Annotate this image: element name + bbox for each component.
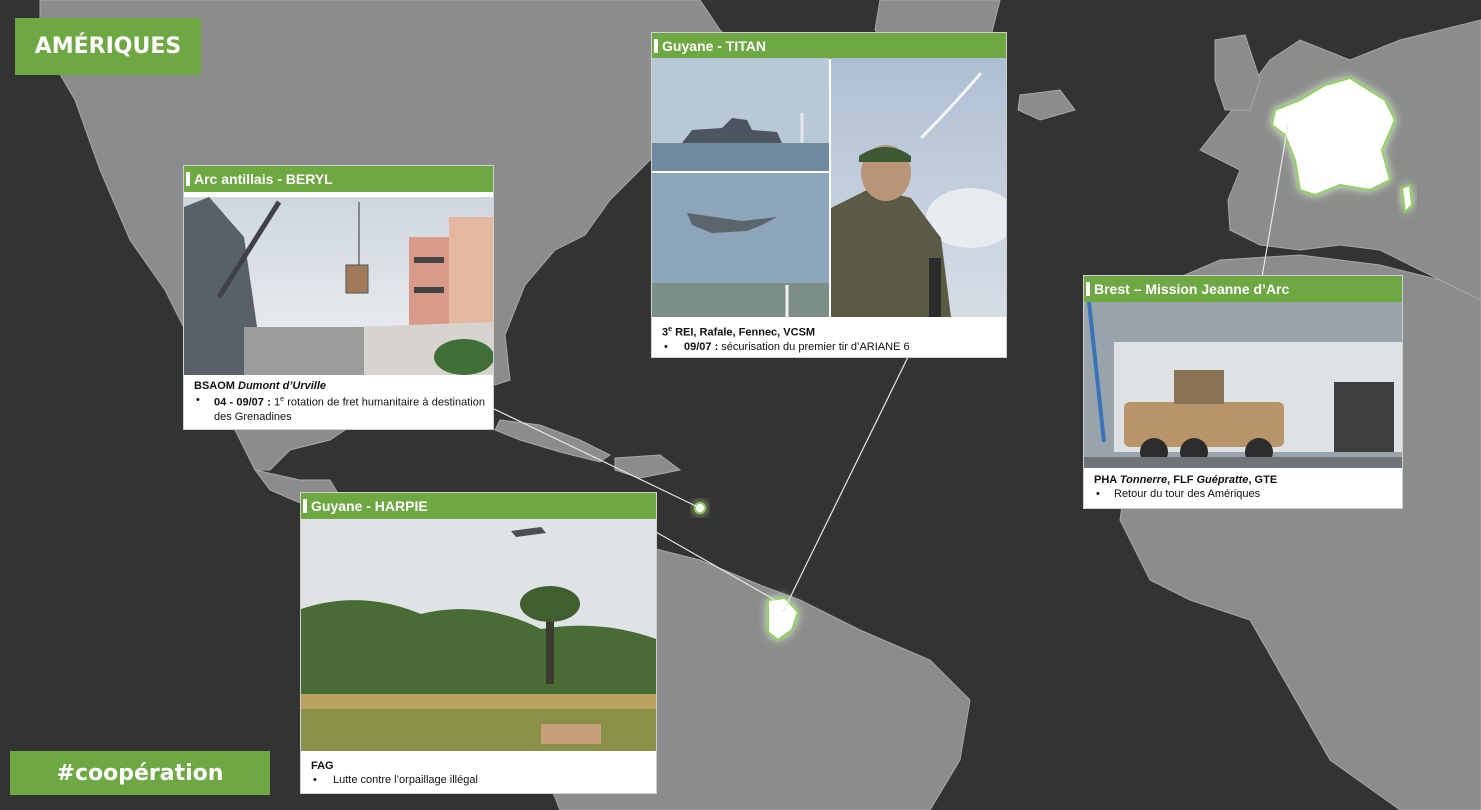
card-titan-caption: 3e REI, Rafale, Fennec, VCSM 09/07 : séc… [662,323,998,354]
region-tag: AMÉRIQUES [15,18,201,75]
photo-harpie [301,519,656,751]
card-titan-header: Guyane - TITAN [652,33,1006,59]
card-titan: Guyane - TITAN 3e REI, Rafale, Fennec, V… [652,33,1006,357]
british-isles [1214,34,1261,111]
card-harpie-caption: FAG Lutte contre l’orpaillage illégal [311,759,648,787]
card-harpie-bullet: Lutte contre l’orpaillage illégal [311,773,648,787]
photo-titan-soldier [831,58,1006,317]
card-beryl: Arc antillais - BERYL BSAOM Dumont d’Urv… [184,166,493,429]
hispaniola [614,454,682,479]
card-beryl-caption: BSAOM Dumont d’Urville 04 - 09/07 : 1e r… [194,379,485,424]
photo-beryl [184,197,493,375]
card-beryl-bullet: 04 - 09/07 : 1e rotation de fret humanit… [194,393,485,424]
hashtag-label: #coopération [10,751,270,795]
card-jeanne-caption: PHA Tonnerre, FLF Guépratte, GTE Retour … [1094,473,1394,501]
card-jeanne-bullet: Retour du tour des Amériques [1094,487,1394,501]
photo-jeanne [1084,302,1402,468]
iceland [1017,89,1076,121]
card-harpie-header: Guyane - HARPIE [301,493,656,519]
card-beryl-title: BSAOM Dumont d’Urville [194,380,327,392]
cuba [494,419,611,463]
card-harpie-title: FAG [311,760,334,772]
card-titan-title: 3e REI, Rafale, Fennec, VCSM [662,326,816,339]
card-beryl-header: Arc antillais - BERYL [184,166,493,192]
photo-titan-rafale [652,173,829,317]
connector-titan [782,356,909,613]
photo-titan-ship [652,58,829,171]
card-jeanne-header: Brest – Mission Jeanne d’Arc [1084,276,1402,302]
card-harpie: Guyane - HARPIE FAG Lutte contre l’orpai… [301,493,656,793]
card-titan-bullet: 09/07 : sécurisation du premier tir d’AR… [662,340,998,354]
card-jeanne-title: PHA Tonnerre, FLF Guépratte, GTE [1094,474,1278,486]
card-jeanne: Brest – Mission Jeanne d’Arc PHA Tonnerr… [1084,276,1402,508]
